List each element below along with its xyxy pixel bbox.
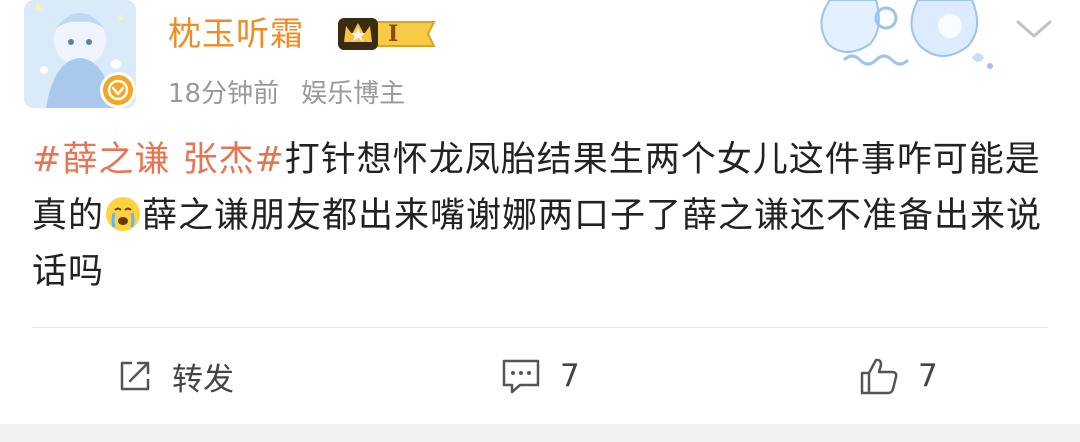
divider bbox=[32, 327, 1048, 328]
thumbs-up-icon bbox=[860, 358, 898, 395]
feed-separator bbox=[0, 424, 1080, 442]
post-meta: 18分钟前 娱乐博主 bbox=[168, 76, 405, 112]
comment-icon bbox=[502, 359, 540, 394]
repost-label: 转发 bbox=[172, 361, 234, 398]
post-time: 18分钟前 bbox=[168, 79, 280, 109]
repost-button[interactable]: 转发 bbox=[116, 350, 234, 402]
like-count: 7 bbox=[918, 358, 938, 394]
comment-button[interactable]: 7 bbox=[500, 350, 580, 402]
verified-badge-icon bbox=[100, 72, 136, 108]
chevron-down-icon[interactable] bbox=[1012, 14, 1056, 44]
vip-level-text: I bbox=[388, 21, 399, 47]
post-content: #薛之谦 张杰#打针想怀龙凤胎结果生两个女儿这件事咋可能是真的 薛之谦朋友都出来嘴… bbox=[32, 132, 1052, 300]
repost-icon bbox=[120, 361, 150, 391]
crying-face-emoji-icon bbox=[106, 197, 141, 231]
post-text-part2: 薛之谦朋友都出来嘴谢娜两口子了薛之谦还不准备出来说话吗 bbox=[32, 196, 1043, 292]
comment-count: 7 bbox=[560, 358, 580, 394]
weibo-post-card: 枕玉听霜 I 18分钟前 娱乐博主 #薛之谦 张杰#打针想怀龙凤胎结果生两个女儿这… bbox=[0, 0, 1080, 424]
like-button[interactable]: 7 bbox=[858, 350, 938, 402]
hashtag-link[interactable]: #薛之谦 张杰# bbox=[32, 140, 285, 180]
post-source: 娱乐博主 bbox=[301, 79, 406, 109]
card-decoration-icon bbox=[820, 0, 993, 69]
username[interactable]: 枕玉听霜 bbox=[168, 12, 304, 56]
